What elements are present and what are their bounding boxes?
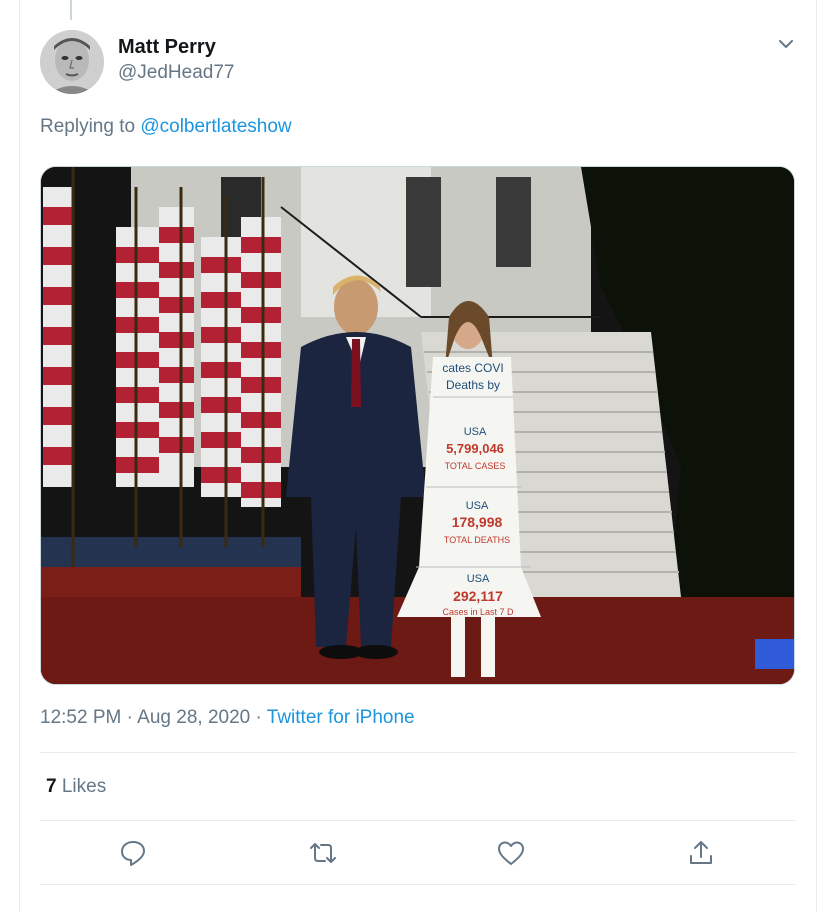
meta-separator: · [255, 707, 262, 728]
dress-line: USA [467, 573, 490, 585]
heart-icon[interactable] [496, 838, 526, 868]
divider [40, 820, 796, 821]
dress-line: USA [464, 426, 487, 438]
dress-line: Deaths by [446, 378, 500, 392]
author-name[interactable]: Matt Perry [118, 36, 216, 59]
tweet-date[interactable]: Aug 28, 2020 [137, 707, 250, 728]
dress-line: cates COVI [442, 361, 503, 375]
replying-prefix: Replying to [40, 116, 141, 137]
tweet-time[interactable]: 12:52 PM [40, 707, 121, 728]
divider [40, 884, 796, 885]
dress-line: Cases in Last 7 D [442, 607, 514, 617]
share-icon[interactable] [686, 838, 716, 868]
dress-line: TOTAL CASES [445, 461, 506, 471]
tweet-source[interactable]: Twitter for iPhone [267, 707, 415, 728]
meta-separator: · [126, 707, 133, 728]
tweet-media[interactable]: cates COVI Deaths by USA 5,799,046 TOTAL… [40, 166, 795, 685]
author-handle[interactable]: @JedHead77 [118, 62, 234, 84]
reply-icon[interactable] [118, 838, 148, 868]
avatar[interactable] [40, 30, 104, 94]
dress-line: 5,799,046 [446, 441, 504, 456]
replying-to: Replying to @colbertlateshow [40, 116, 292, 138]
dress-line: 292,117 [453, 588, 503, 604]
likes-stat[interactable]: 7 Likes [46, 776, 106, 798]
likes-count: 7 [46, 776, 57, 797]
tweet-meta: 12:52 PM · Aug 28, 2020 · Twitter for iP… [40, 707, 415, 729]
dress-line: TOTAL DEATHS [444, 535, 510, 545]
retweet-icon[interactable] [308, 838, 338, 868]
dress-line: 178,998 [452, 514, 503, 530]
thread-line [70, 0, 72, 20]
chevron-down-icon[interactable] [776, 34, 796, 54]
divider [40, 752, 796, 753]
mention-link[interactable]: @colbertlateshow [140, 116, 291, 137]
dress-line: USA [466, 500, 489, 512]
likes-label: Likes [61, 776, 107, 797]
